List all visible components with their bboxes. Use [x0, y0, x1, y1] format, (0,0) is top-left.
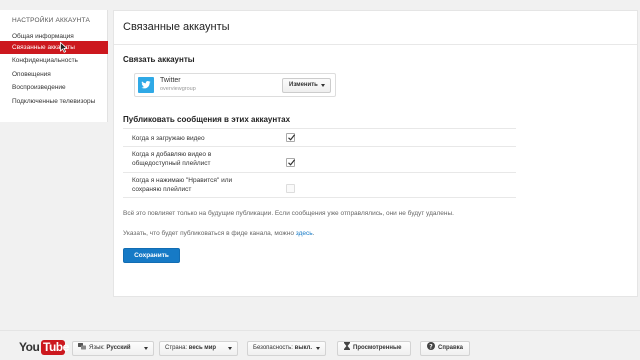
help-button[interactable]: ? Справка — [420, 341, 470, 356]
feed-text-end: . — [312, 230, 315, 237]
twitter-bird-icon — [138, 77, 154, 93]
save-button[interactable]: Сохранить — [123, 248, 180, 263]
preference-row-like: Когда я нажимаю "Нравится" или сохраняю … — [123, 172, 516, 198]
preference-row-playlist-add: Когда я добавляю видео в общедоступный п… — [123, 146, 516, 172]
account-service-name: Twitter — [160, 77, 181, 84]
feed-text: Указать, что будет публиковаться в фиде … — [123, 230, 294, 237]
history-label: Просмотренные — [353, 345, 402, 351]
country-value: весь мир — [188, 345, 217, 351]
account-settings-sidebar: НАСТРОЙКИ АККАУНТА Общая информация Связ… — [0, 10, 108, 122]
chevron-down-icon — [316, 347, 320, 350]
footer: You Tube Язык: Русский Страна: весь мир … — [0, 330, 640, 360]
preference-row-upload: Когда я загружаю видео — [123, 128, 516, 146]
preference-label: Когда я нажимаю "Нравится" или сохраняю … — [132, 177, 233, 193]
logo-tube: Tube — [43, 340, 69, 354]
chevron-down-icon — [321, 84, 325, 87]
country-button[interactable]: Страна: весь мир — [159, 341, 238, 356]
checkmark-icon — [288, 134, 296, 141]
change-account-button[interactable]: Изменить — [282, 78, 331, 93]
linked-accounts-panel: Связанные аккаунты Связать аккаунты Twit… — [113, 10, 638, 297]
safety-value: выкл. — [294, 345, 312, 351]
like-checkbox[interactable] — [286, 184, 295, 193]
playlist-add-checkbox[interactable] — [286, 158, 296, 167]
language-icon — [78, 342, 86, 350]
language-label: Язык: — [89, 345, 105, 351]
account-handle: overviewgroup — [160, 86, 196, 92]
feed-settings-link[interactable]: здесь — [296, 230, 313, 237]
help-icon: ? — [427, 342, 435, 351]
sidebar-title: НАСТРОЙКИ АККАУНТА — [12, 17, 90, 24]
help-label: Справка — [438, 345, 463, 351]
sidebar-item-linked-accounts[interactable]: Связанные аккаунты — [0, 41, 108, 54]
publish-heading: Публиковать сообщения в этих аккаунтах — [123, 115, 291, 124]
panel-header: Связанные аккаунты — [114, 11, 637, 45]
chevron-down-icon — [144, 347, 148, 350]
mouse-cursor-icon — [60, 42, 68, 53]
change-button-label: Изменить — [289, 82, 318, 88]
logo-you: You — [19, 340, 40, 354]
sidebar-item-connected-tvs[interactable]: Подключенные телевизоры — [0, 95, 108, 108]
sidebar-item-notifications[interactable]: Оповещения — [0, 68, 108, 81]
checkmark-icon — [288, 159, 296, 166]
language-value: Русский — [106, 345, 131, 351]
country-label: Страна: — [165, 345, 188, 351]
preference-label: Когда я загружаю видео — [132, 135, 205, 142]
language-button[interactable]: Язык: Русский — [72, 341, 154, 356]
feed-settings-text: Указать, что будет публиковаться в фиде … — [123, 230, 314, 237]
notice-text: Всё это повлияет только на будущие публи… — [123, 210, 454, 217]
sidebar-item-privacy[interactable]: Конфиденциальность — [0, 54, 108, 67]
twitter-account-card: Twitter overviewgroup Изменить — [134, 73, 336, 97]
upload-checkbox[interactable] — [286, 133, 296, 142]
hourglass-icon — [344, 342, 350, 351]
safety-label: Безопасность: — [253, 345, 293, 351]
history-button[interactable]: Просмотренные — [337, 341, 411, 356]
link-accounts-heading: Связать аккаунты — [123, 55, 195, 64]
svg-text:?: ? — [429, 344, 433, 351]
chevron-down-icon — [228, 347, 232, 350]
logo-tube-box: Tube — [41, 340, 69, 355]
page-title: Связанные аккаунты — [123, 21, 230, 33]
sidebar-item-playback[interactable]: Воспроизведение — [0, 81, 108, 94]
preference-label: Когда я добавляю видео в общедоступный п… — [132, 151, 212, 167]
safety-button[interactable]: Безопасность: выкл. — [247, 341, 326, 356]
